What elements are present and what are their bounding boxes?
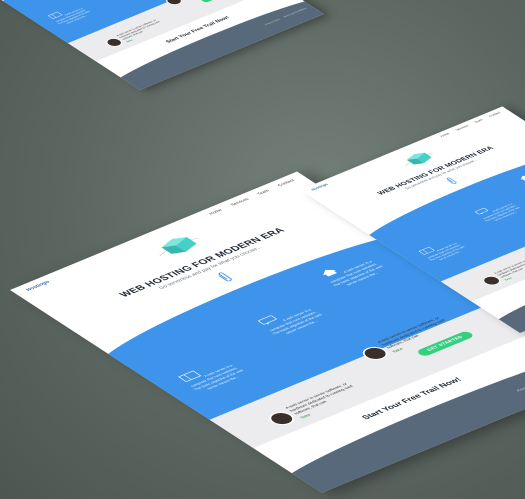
feature-text: A web server is a computer that runs web… bbox=[482, 203, 522, 223]
testimonial-quote: A web server is server software, or hard… bbox=[116, 19, 161, 41]
feature-card: A web server is a computer that runs web… bbox=[514, 164, 525, 191]
footer-link-privacy[interactable]: Privacy Policy bbox=[264, 18, 281, 25]
testimonial-name: Teko bbox=[504, 277, 514, 282]
website-mockup: Hostingo Home Services Team Contact WEB … bbox=[0, 0, 324, 90]
site-logo[interactable]: Hostingo bbox=[311, 183, 329, 191]
home-icon bbox=[323, 269, 338, 277]
paperclip-icon bbox=[218, 272, 232, 282]
testimonial-quote: A web server is server software, or hard… bbox=[493, 255, 525, 279]
feature-card: A web server is a computer that runs web… bbox=[46, 3, 95, 27]
get-started-button[interactable]: GET STARTED bbox=[199, 0, 239, 3]
paperclip-icon bbox=[446, 177, 457, 184]
nav-item-services[interactable]: Services bbox=[455, 125, 469, 132]
testimonial-name: Teko bbox=[185, 0, 193, 1]
chat-icon bbox=[258, 315, 278, 325]
nav-item-team[interactable]: Team bbox=[257, 189, 271, 196]
mockup-scene: Hostingo Home Services Team Contact WEB … bbox=[0, 0, 525, 499]
top-nav: Home Services Team Contact bbox=[440, 112, 502, 138]
feature-card: A web server is a computer that runs web… bbox=[175, 357, 251, 395]
feature-text: A web server is a computer that runs web… bbox=[426, 242, 466, 262]
footer-link-privacy[interactable]: Privacy Policy bbox=[516, 381, 525, 393]
home-icon bbox=[521, 175, 525, 181]
nav-item-contact[interactable]: Contact bbox=[277, 179, 296, 188]
feature-text: A web server is a computer that runs web… bbox=[268, 308, 324, 336]
footer-link-terms[interactable]: Terms and Conditions bbox=[283, 7, 308, 18]
feature-text: A web server is a computer that runs web… bbox=[55, 7, 91, 25]
feature-text: A web server is a computer that runs web… bbox=[329, 260, 385, 288]
feature-card: A web server is a computer that runs web… bbox=[471, 198, 525, 225]
nav-item-team[interactable]: Team bbox=[474, 119, 484, 124]
nav-item-home[interactable]: Home bbox=[440, 133, 451, 138]
site-logo[interactable]: Hostingo bbox=[25, 280, 51, 292]
feature-card: A web server is a computer that runs web… bbox=[416, 237, 470, 264]
nav-item-services[interactable]: Services bbox=[230, 198, 250, 207]
avatar bbox=[162, 0, 186, 7]
feature-text: A web server is a computer that runs web… bbox=[189, 364, 246, 392]
nav-item-contact[interactable]: Contact bbox=[488, 112, 501, 118]
feature-card: A web server is a computer that runs web… bbox=[253, 301, 329, 339]
testimonial-name: Teko bbox=[125, 39, 134, 44]
nav-item-home[interactable]: Home bbox=[208, 209, 223, 216]
feature-card: A web server is a computer that runs web… bbox=[314, 253, 390, 291]
testimonial-quote: A web server is server software, or hard… bbox=[284, 382, 355, 416]
top-nav: Home Services Team Contact bbox=[208, 179, 295, 216]
ticket-icon bbox=[178, 370, 202, 382]
